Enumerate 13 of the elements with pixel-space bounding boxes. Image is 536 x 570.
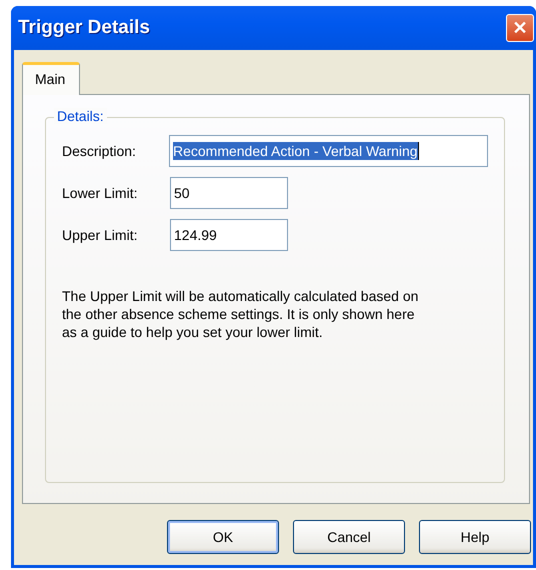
field-label: Lower Limit: xyxy=(62,185,138,201)
group-title: Details: xyxy=(54,108,107,124)
field-label: Upper Limit: xyxy=(62,227,138,243)
input-field[interactable]: 124.99 xyxy=(170,219,288,251)
dialog-button[interactable]: Cancel xyxy=(293,520,405,554)
input-field[interactable]: Recommended Action - Verbal Warning xyxy=(168,135,488,167)
dialog-button[interactable]: OK xyxy=(167,520,279,554)
tab[interactable]: Main xyxy=(22,62,80,95)
field-label: Description: xyxy=(62,143,137,159)
window-title: Trigger Details xyxy=(18,17,150,39)
dialog-button[interactable]: Help xyxy=(419,520,531,554)
help-text: The Upper Limit will be automatically calculated based on the other absence scheme settings. It is only shown here as a guide to help you set your lower limit. xyxy=(62,287,420,341)
input-field[interactable]: 50 xyxy=(170,177,288,209)
